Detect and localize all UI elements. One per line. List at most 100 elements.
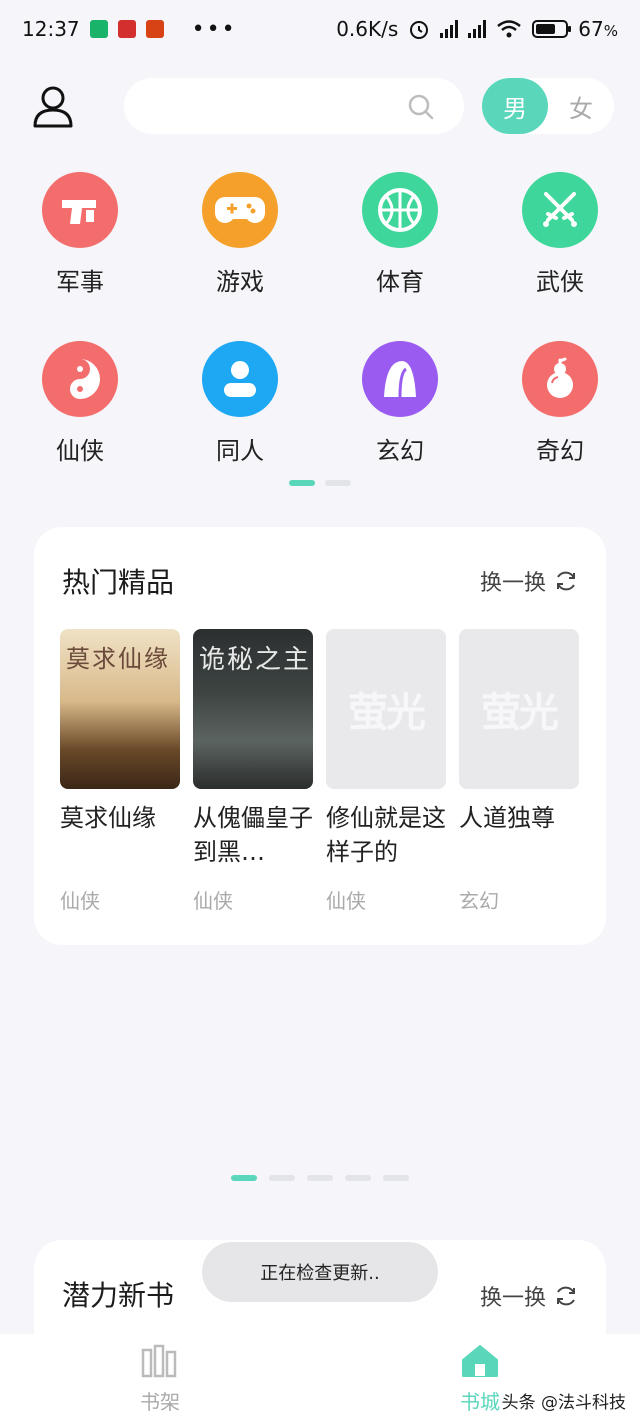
book-cover[interactable]: 莫求仙缘	[60, 629, 180, 789]
book-list: 莫求仙缘 莫求仙缘 仙侠 诡秘之主 从傀儡皇子到黑… 仙侠 萤光 修仙就是这样子…	[60, 629, 579, 914]
book-genre: 仙侠	[326, 889, 366, 913]
book-item[interactable]: 萤光 修仙就是这样子的 仙侠	[326, 629, 446, 914]
pager-dot	[383, 1175, 409, 1181]
nav-bookshelf[interactable]: 书架	[120, 1344, 200, 1415]
shop-app-icon	[145, 20, 164, 38]
category-icon-circle	[522, 341, 598, 417]
category-label: 游戏	[216, 268, 264, 296]
swap-button[interactable]: 换一换	[480, 1280, 578, 1312]
gender-female-button[interactable]: 女	[548, 78, 614, 134]
book-title: 人道独尊	[459, 804, 555, 832]
network-speed: 0.6K/s	[336, 17, 399, 41]
gun-icon	[62, 200, 96, 224]
book-item[interactable]: 诡秘之主 从傀儡皇子到黑… 仙侠	[193, 629, 313, 914]
gender-toggle[interactable]: 男 女	[482, 78, 614, 134]
book-cover-placeholder[interactable]: 萤光	[326, 629, 446, 789]
pager-dot-active	[231, 1175, 257, 1181]
home-icon	[462, 1345, 498, 1377]
category-icon-circle	[362, 341, 438, 417]
category-icon-circle	[202, 341, 278, 417]
category-military[interactable]: 军事	[0, 172, 160, 297]
swap-label: 换一换	[479, 571, 546, 596]
pager-dot-active	[289, 480, 315, 486]
pager-dot	[269, 1175, 295, 1181]
category-label: 体育	[376, 268, 424, 296]
search-icon[interactable]	[408, 94, 434, 120]
category-fantasy[interactable]: 奇幻	[480, 341, 640, 466]
book-cover[interactable]: 诡秘之主	[193, 629, 313, 789]
person-icon	[224, 361, 256, 397]
category-label: 武侠	[536, 268, 584, 296]
hot-section-card: 热门精品 换一换 莫求仙缘 莫求仙缘 仙侠 诡秘之主 从傀儡皇子到黑… 仙侠 萤…	[34, 527, 606, 945]
gourd-icon	[547, 357, 573, 398]
alarm-icon	[410, 21, 429, 39]
banner-pager	[0, 1175, 640, 1181]
book-item[interactable]: 莫求仙缘 莫求仙缘 仙侠	[60, 629, 180, 914]
category-label: 玄幻	[376, 437, 424, 465]
section-title: 潜力新书	[62, 1279, 175, 1312]
basketball-icon	[378, 188, 422, 232]
category-icon-circle	[42, 341, 118, 417]
book-genre: 仙侠	[193, 889, 233, 913]
user-profile-icon[interactable]	[32, 84, 74, 128]
update-toast: 正在检查更新..	[202, 1242, 438, 1302]
category-xuanhuan[interactable]: 玄幻	[320, 341, 480, 466]
gamepad-icon	[215, 197, 265, 223]
wifi-icon	[497, 20, 522, 38]
crossed-swords-icon	[543, 192, 577, 227]
battery-icon	[532, 20, 572, 38]
battery-suffix: %	[603, 22, 618, 40]
pager-dot	[325, 480, 351, 486]
category-icon-circle	[362, 172, 438, 248]
category-grid: 军事 游戏 体育 武侠 仙侠 同人 玄幻 奇幻	[0, 172, 640, 466]
book-genre: 仙侠	[60, 889, 100, 913]
cover-title: 诡秘之主	[199, 645, 312, 675]
swap-label: 换一换	[479, 1286, 546, 1311]
refresh-icon	[557, 571, 575, 591]
book-title: 莫求仙缘	[60, 804, 156, 832]
placeholder-logo: 萤光	[348, 690, 426, 736]
battery-value: 67	[578, 17, 604, 41]
nav-label: 书城	[460, 1390, 500, 1414]
category-label: 同人	[216, 437, 264, 465]
book-item[interactable]: 萤光 人道独尊 玄幻	[459, 629, 579, 914]
category-fanfic[interactable]: 同人	[160, 341, 320, 466]
gender-male-button[interactable]: 男	[482, 78, 548, 134]
category-icon-circle	[42, 172, 118, 248]
pager-dot	[307, 1175, 333, 1181]
yin-yang-icon	[70, 359, 100, 399]
header: 男 女	[0, 76, 640, 136]
refresh-icon	[557, 1286, 575, 1306]
signal-icon-1	[440, 20, 459, 38]
pager-dot	[345, 1175, 371, 1181]
wechat-app-icon	[89, 20, 108, 38]
bottom-navigation: 书架 书城 头条 @法斗科技	[0, 1334, 640, 1422]
watermark: 头条 @法斗科技	[501, 1393, 626, 1413]
mountain-icon	[384, 361, 416, 398]
category-label: 仙侠	[56, 437, 104, 465]
category-xianxia[interactable]: 仙侠	[0, 341, 160, 466]
bookshelf-icon	[141, 1344, 177, 1378]
more-notifications-icon: •••	[191, 16, 237, 42]
category-pager	[0, 480, 640, 486]
status-time: 12:37	[22, 17, 80, 41]
book-cover-placeholder[interactable]: 萤光	[459, 629, 579, 789]
category-label: 奇幻	[536, 437, 584, 465]
section-title: 热门精品	[62, 566, 175, 599]
signal-icon-2	[468, 20, 487, 38]
category-label: 军事	[56, 268, 104, 296]
cover-title: 莫求仙缘	[66, 645, 170, 673]
category-wuxia[interactable]: 武侠	[480, 172, 640, 297]
category-sports[interactable]: 体育	[320, 172, 480, 297]
swap-button[interactable]: 换一换	[480, 565, 578, 597]
book-title: 从傀儡皇子到黑…	[193, 804, 313, 866]
category-icon-circle	[202, 172, 278, 248]
book-title: 修仙就是这样子的	[326, 804, 446, 866]
placeholder-logo: 萤光	[481, 690, 559, 736]
book-genre: 玄幻	[459, 889, 499, 913]
category-game[interactable]: 游戏	[160, 172, 320, 297]
battery-percent: 67%	[578, 17, 618, 41]
news-app-icon	[117, 20, 136, 38]
status-bar: 12:37 ••• 0.6K/s 67%	[0, 0, 640, 58]
search-bar[interactable]	[124, 78, 464, 134]
